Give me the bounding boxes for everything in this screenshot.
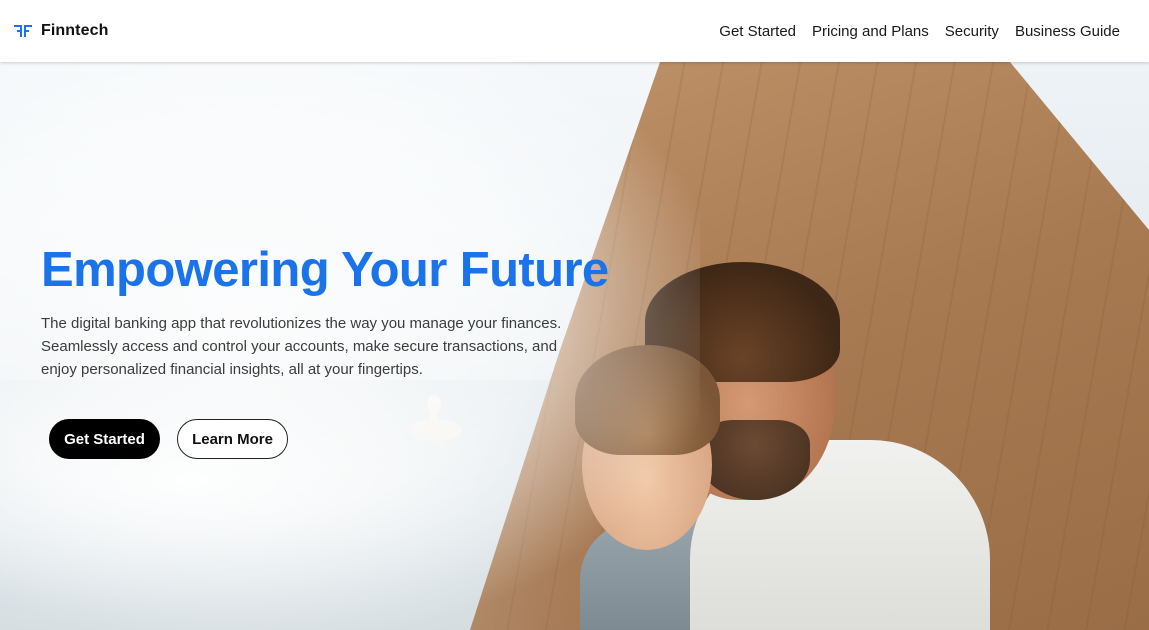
brand-name: Finntech xyxy=(41,22,109,39)
navbar: Finntech Get Started Pricing and Plans S… xyxy=(0,0,1149,62)
brand[interactable]: Finntech xyxy=(14,22,108,40)
hero-buttons: Get Started Learn More xyxy=(49,419,288,459)
nav-link-pricing-and-plans[interactable]: Pricing and Plans xyxy=(812,23,929,40)
nav-link-get-started[interactable]: Get Started xyxy=(719,23,796,40)
hero-content: Empowering Your Future The digital banki… xyxy=(41,241,661,381)
nav-link-business-guide[interactable]: Business Guide xyxy=(1015,23,1120,40)
nav-links: Get Started Pricing and Plans Security B… xyxy=(719,23,1120,40)
nav-link-security[interactable]: Security xyxy=(945,23,999,40)
get-started-button[interactable]: Get Started xyxy=(49,419,160,459)
hero-description: The digital banking app that revolutioni… xyxy=(41,315,562,378)
hero-title: Empowering Your Future xyxy=(41,243,609,297)
ff-logo-icon xyxy=(14,25,32,37)
learn-more-button[interactable]: Learn More xyxy=(177,419,288,459)
